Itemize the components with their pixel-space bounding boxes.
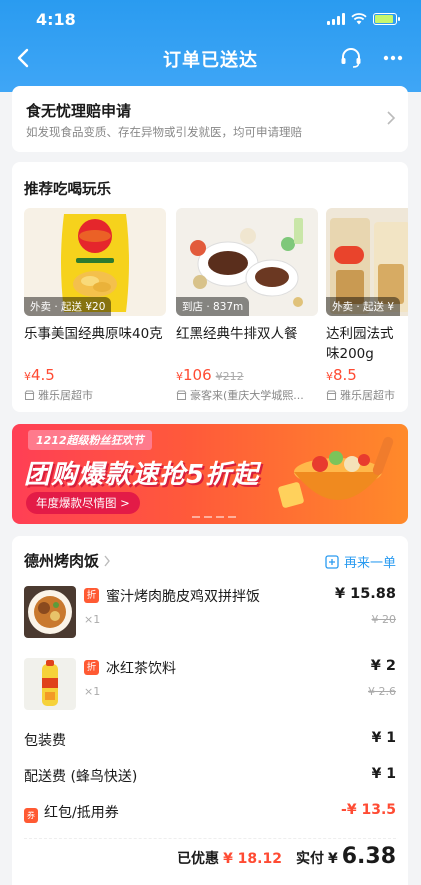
store-icon <box>24 390 35 400</box>
paid-currency: ¥ <box>327 851 338 867</box>
product-price: ¥8.5 <box>326 366 357 384</box>
claim-title: 食无忧理赔申请 <box>26 102 132 120</box>
claim-card[interactable]: 食无忧理赔申请 如发现食品变质、存在异物或引发就医，均可申请理赔 <box>12 86 408 152</box>
coupon-row: 券红包/抵用券 -¥ 13.5 <box>24 802 396 823</box>
refresh-order-icon <box>325 554 339 569</box>
order-card: 德州烤肉饭 再来一单 折 蜜汁烤肉脆皮鸡双拼拌饭 ×1 ¥ 15.88 ¥ 20 <box>12 536 408 885</box>
recommend-card: 推荐吃喝玩乐 外卖 · 起送 ¥20 乐事美国经典原味40克 ¥4.5 雅乐居超… <box>12 162 408 412</box>
product-name: 达利园法式味200g <box>326 326 394 362</box>
status-bar: 4:18 <box>0 0 421 40</box>
food-image <box>24 586 76 638</box>
store-icon <box>326 390 337 400</box>
discount-label: 已优惠 <box>177 851 220 867</box>
product-price: ¥4.5 <box>24 366 55 384</box>
packaging-fee-row: 包装费 ¥ 1 <box>24 730 396 750</box>
headset-icon[interactable] <box>337 44 365 72</box>
reorder-button[interactable]: 再来一单 <box>325 552 396 571</box>
battery-icon <box>373 13 400 25</box>
product-name: 红黑经典牛排双人餐 <box>176 326 298 342</box>
chevron-right-icon <box>104 555 110 566</box>
store-name: 雅乐居超市 <box>326 387 406 403</box>
food-price: ¥ 2 <box>370 658 396 674</box>
product-image: 外卖 · 起送 ¥ <box>326 208 408 316</box>
product-price: ¥106 ¥212 <box>176 366 244 384</box>
wifi-icon <box>351 13 367 25</box>
recommend-item[interactable]: 外卖 · 起送 ¥ 达利园法式味200g ¥8.5 雅乐居超市 <box>326 208 408 403</box>
paid-value: 6.38 <box>341 844 396 869</box>
more-icon[interactable] <box>379 44 407 72</box>
carousel-dots <box>192 516 236 518</box>
fee-label: 包装费 <box>24 733 66 749</box>
product-image: 外卖 · 起送 ¥20 <box>24 208 166 316</box>
top-bar: 4:18 订单已送达 <box>0 0 421 92</box>
coupon-label: 红包/抵用券 <box>44 805 119 821</box>
discount-value: ¥ 18.12 <box>223 851 282 867</box>
delivery-fee-row: 配送费 (蜂鸟快送) ¥ 1 <box>24 766 396 786</box>
discount-badge: 折 <box>84 588 99 603</box>
food-price: ¥ 15.88 <box>334 586 396 602</box>
food-quantity: ×1 <box>84 685 101 698</box>
fee-label: 配送费 (蜂鸟快送) <box>24 769 138 785</box>
order-item[interactable]: 折 冰红茶饮料 ×1 ¥ 2 ¥ 2.6 <box>24 658 396 714</box>
store-name: 雅乐居超市 <box>24 387 166 403</box>
promo-banner[interactable]: 1212超级粉丝狂欢节 团购爆款速抢5折起 年度爆款尽情图 > <box>12 424 408 524</box>
food-original-price: ¥ 20 <box>371 613 397 626</box>
food-name: 蜜汁烤肉脆皮鸡双拼拌饭 <box>106 589 260 605</box>
food-name: 冰红茶饮料 <box>106 661 176 677</box>
food-quantity: ×1 <box>84 613 101 626</box>
signal-icon <box>327 13 345 25</box>
fee-value: ¥ 1 <box>371 730 396 746</box>
chevron-right-icon <box>387 111 396 125</box>
coupon-value: -¥ 13.5 <box>341 802 396 818</box>
banner-headline: 团购爆款速抢5折起 <box>24 460 260 490</box>
recommend-item[interactable]: 到店 · 837m 红黑经典牛排双人餐 ¥106 ¥212 豪客来(重庆大学城熙.… <box>176 208 318 403</box>
claim-description: 如发现食品变质、存在异物或引发就医，均可申请理赔 <box>26 125 302 139</box>
recommend-title: 推荐吃喝玩乐 <box>24 182 111 198</box>
original-price: ¥212 <box>215 370 244 383</box>
status-time: 4:18 <box>36 10 76 29</box>
discount-badge: 折 <box>84 660 99 675</box>
shop-name[interactable]: 德州烤肉饭 <box>24 550 111 571</box>
store-name: 豪客来(重庆大学城熙... <box>176 387 318 403</box>
order-total: 已优惠 ¥ 18.12 实付 ¥ 6.38 <box>177 844 396 869</box>
banner-festival-label: 1212超级粉丝狂欢节 <box>28 430 152 450</box>
food-bowl-illustration <box>278 436 394 508</box>
delivery-tag: 外卖 · 起送 ¥ <box>326 297 401 316</box>
recommend-item[interactable]: 外卖 · 起送 ¥20 乐事美国经典原味40克 ¥4.5 雅乐居超市 <box>24 208 166 403</box>
paid-label: 实付 <box>295 851 324 867</box>
banner-button[interactable]: 年度爆款尽情图 > <box>26 492 140 514</box>
delivery-tag: 到店 · 837m <box>176 297 250 316</box>
food-original-price: ¥ 2.6 <box>368 685 396 698</box>
status-icons <box>327 13 400 25</box>
store-icon <box>176 390 187 400</box>
fee-value: ¥ 1 <box>371 766 396 782</box>
divider <box>24 838 396 839</box>
product-name: 乐事美国经典原味40克 <box>24 326 163 342</box>
coupon-icon: 券 <box>24 808 38 823</box>
product-image: 到店 · 837m <box>176 208 318 316</box>
navbar: 订单已送达 <box>0 40 421 80</box>
delivery-tag: 外卖 · 起送 ¥20 <box>24 297 112 316</box>
order-item[interactable]: 折 蜜汁烤肉脆皮鸡双拼拌饭 ×1 ¥ 15.88 ¥ 20 <box>24 586 396 642</box>
food-image <box>24 658 76 710</box>
